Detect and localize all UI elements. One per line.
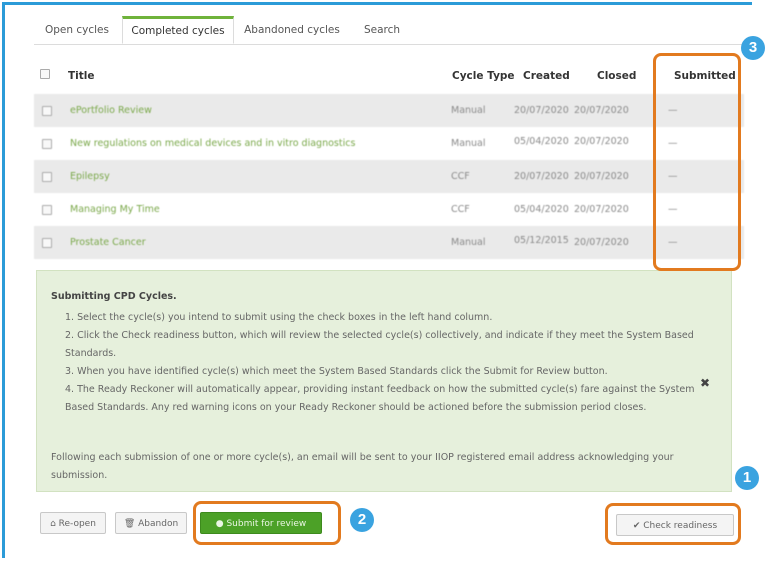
header-closed: Closed bbox=[597, 70, 637, 82]
cycle-type: CCF bbox=[451, 204, 470, 215]
table-row: New regulations on medical devices and i… bbox=[34, 127, 744, 160]
reopen-icon: ⌂ bbox=[50, 519, 59, 529]
cycle-type: Manual bbox=[451, 237, 486, 248]
tab-bar: Open cycles Completed cycles Abandoned c… bbox=[34, 16, 744, 45]
tab-open-cycles[interactable]: Open cycles bbox=[34, 16, 120, 44]
header-created: Created bbox=[523, 70, 570, 82]
created-date: 05/12/2015 bbox=[514, 235, 569, 246]
cycle-title-link[interactable]: Prostate Cancer bbox=[70, 237, 146, 248]
closed-date: 20/07/2020 bbox=[574, 171, 629, 182]
step-badge-1: 1 bbox=[735, 466, 759, 490]
cycle-title-link[interactable]: ePortfolio Review bbox=[70, 105, 152, 116]
closed-date: 20/07/2020 bbox=[574, 237, 629, 248]
abandon-button[interactable]: 🗑 Abandon bbox=[115, 512, 187, 534]
created-date: 05/04/2020 bbox=[514, 136, 569, 147]
header-title: Title bbox=[68, 70, 95, 82]
row-checkbox[interactable] bbox=[42, 205, 52, 215]
created-date: 20/07/2020 bbox=[514, 171, 569, 182]
created-date: 05/04/2020 bbox=[514, 204, 569, 215]
cycle-title-link[interactable]: New regulations on medical devices and i… bbox=[70, 138, 355, 149]
table-row: ePortfolio Review Manual 20/07/2020 20/0… bbox=[34, 94, 744, 127]
table-row: Epilepsy CCF 20/07/2020 20/07/2020 — bbox=[34, 160, 744, 193]
select-all-checkbox[interactable] bbox=[40, 69, 50, 79]
table-header: Title Cycle Type Created Closed Submitte… bbox=[34, 62, 744, 90]
info-step-2: 2. Click the Check readiness button, whi… bbox=[65, 330, 694, 359]
row-checkbox[interactable] bbox=[42, 106, 52, 116]
created-date: 20/07/2020 bbox=[514, 105, 569, 116]
closed-date: 20/07/2020 bbox=[574, 136, 629, 147]
cycle-type: Manual bbox=[451, 105, 486, 116]
reopen-button[interactable]: ⌂ Re-open bbox=[40, 512, 106, 534]
row-checkbox[interactable] bbox=[42, 172, 52, 182]
highlight-check-readiness bbox=[605, 503, 741, 545]
row-checkbox[interactable] bbox=[42, 139, 52, 149]
tab-abandoned-cycles[interactable]: Abandoned cycles bbox=[237, 16, 347, 44]
closed-date: 20/07/2020 bbox=[574, 105, 629, 116]
highlight-submit-button bbox=[193, 501, 341, 545]
info-footer: Following each submission of one or more… bbox=[51, 452, 674, 481]
close-icon[interactable]: ✖ bbox=[700, 376, 710, 390]
cycle-type: CCF bbox=[451, 171, 470, 182]
cycle-type: Manual bbox=[451, 138, 486, 149]
closed-date: 20/07/2020 bbox=[574, 204, 629, 215]
info-step-4: 4. The Ready Reckoner will automatically… bbox=[65, 384, 695, 413]
cycle-title-link[interactable]: Managing My Time bbox=[70, 204, 160, 215]
step-badge-3: 3 bbox=[741, 36, 765, 60]
trash-icon: 🗑 bbox=[123, 519, 139, 529]
info-step-3: 3. When you have identified cycle(s) whi… bbox=[65, 366, 608, 377]
highlight-submitted-column bbox=[653, 53, 741, 271]
tab-completed-cycles[interactable]: Completed cycles bbox=[122, 16, 234, 44]
row-checkbox[interactable] bbox=[42, 238, 52, 248]
tab-search[interactable]: Search bbox=[350, 16, 414, 44]
info-step-1: 1. Select the cycle(s) you intend to sub… bbox=[65, 312, 493, 323]
step-badge-2: 2 bbox=[350, 508, 374, 532]
cycle-title-link[interactable]: Epilepsy bbox=[70, 171, 110, 182]
info-heading: Submitting CPD Cycles. bbox=[51, 291, 177, 302]
header-cycle-type: Cycle Type bbox=[452, 70, 515, 82]
table-row: Managing My Time CCF 05/04/2020 20/07/20… bbox=[34, 193, 744, 226]
table-row: Prostate Cancer Manual 05/12/2015 20/07/… bbox=[34, 226, 744, 259]
submission-info-panel: Submitting CPD Cycles. 1. Select the cyc… bbox=[36, 270, 732, 492]
